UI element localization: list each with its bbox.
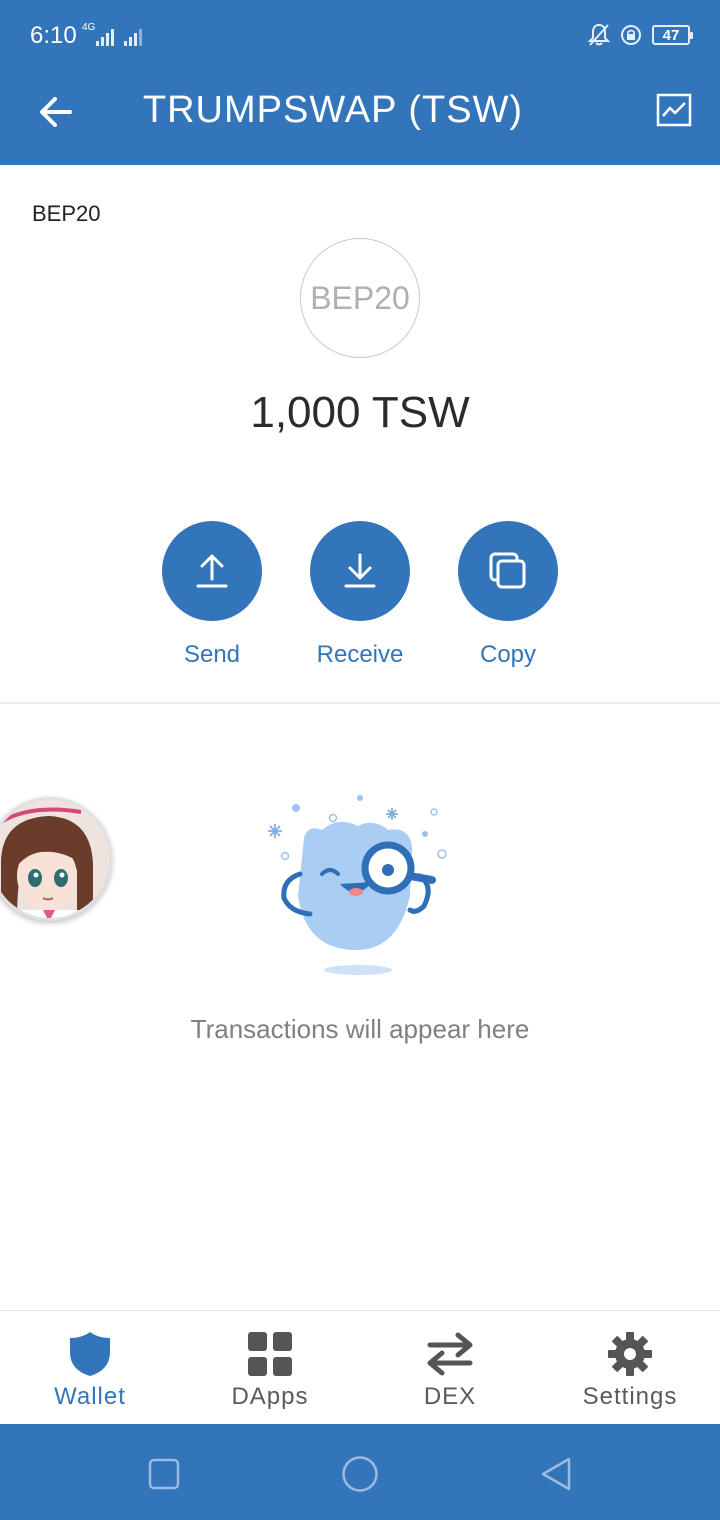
price-chart-button[interactable] <box>654 90 694 130</box>
token-logo-text: BEP20 <box>310 279 410 316</box>
nav-dapps-label: DApps <box>231 1383 309 1410</box>
token-network-label: BEP20 <box>32 201 101 226</box>
receive-button[interactable]: Receive <box>290 521 430 669</box>
page-title: TRUMPSWAP (TSW) <box>142 89 524 131</box>
download-arrow-icon <box>344 553 376 588</box>
circle-icon <box>342 1456 378 1492</box>
system-navigation-bar <box>0 1424 720 1520</box>
floating-avatar[interactable] <box>0 797 112 921</box>
nav-dapps[interactable]: DApps <box>180 1311 360 1425</box>
shield-icon <box>70 1332 110 1376</box>
home-button[interactable] <box>340 1454 380 1494</box>
signal-strength-icon <box>96 28 114 46</box>
nav-settings-label: Settings <box>582 1383 678 1410</box>
send-button[interactable]: Send <box>142 521 282 669</box>
token-logo: BEP20 <box>300 238 420 358</box>
network-type: 4G <box>82 22 96 33</box>
send-label: Send <box>183 641 241 668</box>
grid-icon <box>248 1332 292 1376</box>
bottom-navigation: Wallet DApps DEX Settings <box>0 1310 720 1424</box>
app-header: TRUMPSWAP (TSW) <box>0 72 720 165</box>
copy-button[interactable]: Copy <box>438 521 578 669</box>
token-balance: 1,000 TSW <box>250 388 470 437</box>
nav-wallet-label: Wallet <box>54 1383 126 1410</box>
signal-strength-icon <box>124 28 142 46</box>
swap-arrows-icon <box>427 1332 473 1376</box>
send-circle[interactable] <box>162 521 262 621</box>
bell-off-icon <box>588 23 610 46</box>
nav-wallet[interactable]: Wallet <box>0 1311 180 1425</box>
upload-arrow-icon <box>196 554 228 588</box>
status-icons: 47 <box>588 23 693 47</box>
triangle-back-icon <box>541 1457 571 1491</box>
top-bar: 6:10 4G 47 TRUMPSWAP (TSW) <box>0 0 720 165</box>
nav-dex-label: DEX <box>423 1383 477 1410</box>
copy-label: Copy <box>479 641 537 668</box>
anime-avatar-icon <box>0 800 109 918</box>
back-nav-button[interactable] <box>536 1454 576 1494</box>
nav-dex[interactable]: DEX <box>360 1311 540 1425</box>
nav-settings[interactable]: Settings <box>540 1311 720 1425</box>
status-time: 6:10 <box>30 22 77 49</box>
section-divider <box>0 702 720 704</box>
lock-rotation-icon <box>621 25 641 45</box>
battery-indicator: 47 <box>652 25 693 45</box>
mascot-magnifier-icon <box>268 795 447 975</box>
empty-state-illustration <box>260 790 460 980</box>
empty-transactions-message: Transactions will appear here <box>190 1014 530 1044</box>
chart-line-icon <box>656 93 692 127</box>
receive-label: Receive <box>316 641 404 668</box>
copy-icon <box>489 552 526 589</box>
gear-icon <box>608 1332 652 1376</box>
square-icon <box>148 1458 180 1490</box>
receive-circle[interactable] <box>310 521 410 621</box>
status-bar: 6:10 4G 47 <box>0 0 720 72</box>
recent-apps-button[interactable] <box>144 1454 184 1494</box>
copy-circle[interactable] <box>458 521 558 621</box>
battery-level: 47 <box>662 26 680 44</box>
